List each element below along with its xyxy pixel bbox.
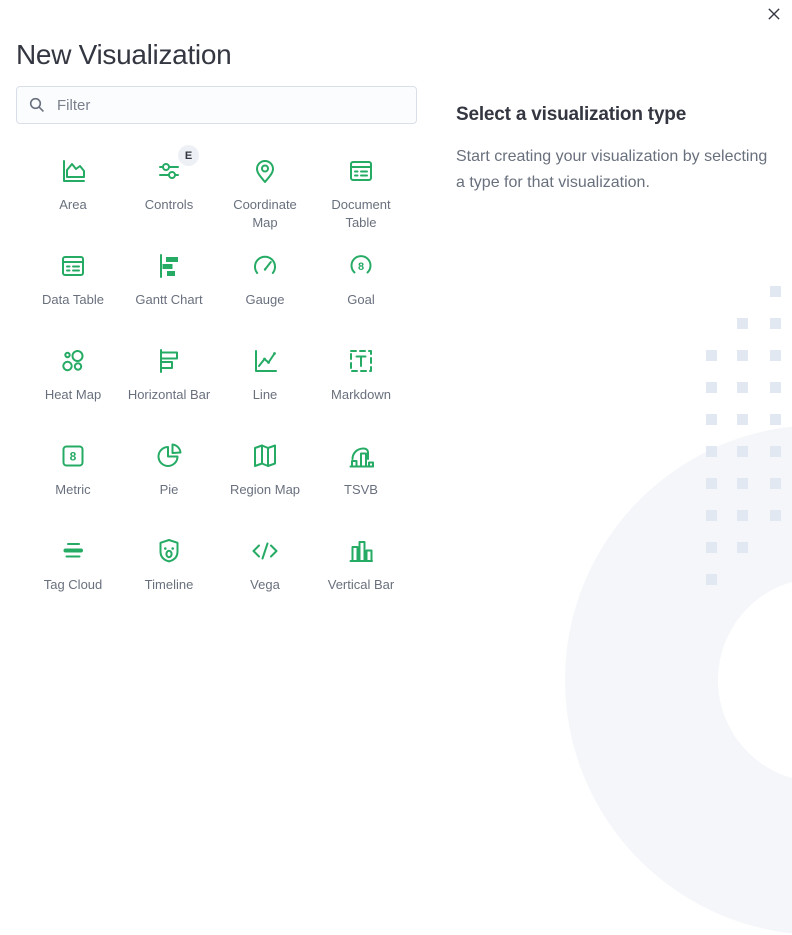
- svg-text:8: 8: [358, 261, 364, 273]
- select-type-heading: Select a visualization type: [456, 103, 687, 125]
- vis-type-data-table[interactable]: Data Table: [25, 247, 121, 342]
- vis-type-label: Vega: [250, 577, 280, 592]
- vis-type-label: Tag Cloud: [43, 577, 103, 592]
- vis-type-label: Data Table: [42, 292, 104, 307]
- decor-square: [706, 382, 717, 393]
- search-icon: [29, 97, 44, 112]
- vega-icon: [249, 535, 281, 567]
- metric-icon: 8: [57, 440, 89, 472]
- vis-type-label: Document Table: [331, 197, 391, 231]
- decor-square: [706, 510, 717, 521]
- vis-type-horizontal-bar[interactable]: Horizontal Bar: [121, 342, 217, 437]
- page-title: New Visualization: [16, 38, 232, 70]
- pie-icon: [153, 440, 185, 472]
- vis-type-tsvb[interactable]: TSVB: [313, 437, 409, 532]
- search-input[interactable]: [55, 95, 404, 115]
- vis-type-line[interactable]: Line: [217, 342, 313, 437]
- vis-type-timeline[interactable]: Timeline: [121, 532, 217, 627]
- decor-square: [706, 478, 717, 489]
- gantt-chart-icon: [153, 250, 185, 282]
- vis-type-heat-map[interactable]: Heat Map: [25, 342, 121, 437]
- vis-type-region-map[interactable]: Region Map: [217, 437, 313, 532]
- vis-type-label: Metric: [55, 482, 91, 497]
- vis-type-grid: Area E Controls Coordinate Map Document …: [25, 145, 409, 627]
- markdown-icon: [345, 345, 377, 377]
- goal-icon: 8: [345, 250, 377, 282]
- vis-type-tag-cloud[interactable]: Tag Cloud: [25, 532, 121, 627]
- decor-square: [737, 542, 748, 553]
- gauge-icon: [249, 250, 281, 282]
- filter-search-box[interactable]: [16, 86, 417, 124]
- decor-square: [737, 318, 748, 329]
- decor-square: [706, 542, 717, 553]
- vis-type-label: Markdown: [331, 387, 391, 402]
- decor-square: [770, 446, 781, 457]
- region-map-icon: [249, 440, 281, 472]
- vis-type-label: Area: [59, 197, 87, 212]
- vis-type-label: Vertical Bar: [327, 577, 395, 592]
- vis-type-vertical-bar[interactable]: Vertical Bar: [313, 532, 409, 627]
- decor-square: [737, 414, 748, 425]
- vis-type-label: Gantt Chart: [135, 292, 203, 307]
- decor-square: [706, 446, 717, 457]
- vis-type-label: Region Map: [229, 482, 301, 497]
- decor-square: [706, 574, 717, 585]
- vis-type-label: Coordinate Map: [233, 197, 297, 231]
- vis-type-gantt-chart[interactable]: Gantt Chart: [121, 247, 217, 342]
- decor-square: [770, 382, 781, 393]
- tsvb-icon: [345, 440, 377, 472]
- decor-square: [737, 446, 748, 457]
- vis-type-controls[interactable]: E Controls: [121, 145, 217, 247]
- vis-type-vega[interactable]: Vega: [217, 532, 313, 627]
- decor-square: [770, 318, 781, 329]
- vis-type-metric[interactable]: 8 Metric: [25, 437, 121, 532]
- decor-square: [770, 414, 781, 425]
- timeline-icon: [153, 535, 185, 567]
- svg-text:8: 8: [70, 450, 77, 464]
- decor-square: [737, 510, 748, 521]
- tag-cloud-icon: [57, 535, 89, 567]
- vis-type-label: Horizontal Bar: [127, 387, 211, 402]
- vis-type-gauge[interactable]: Gauge: [217, 247, 313, 342]
- decor-square: [706, 414, 717, 425]
- vis-type-coordinate-map[interactable]: Coordinate Map: [217, 152, 313, 247]
- close-icon[interactable]: [762, 2, 786, 26]
- vis-type-pie[interactable]: Pie: [121, 437, 217, 532]
- horizontal-bar-icon: [153, 345, 185, 377]
- vis-type-label: Timeline: [144, 577, 194, 592]
- experimental-badge: E: [178, 145, 199, 166]
- coordinate-map-icon: [249, 155, 281, 187]
- vis-type-label: Controls: [144, 197, 194, 212]
- line-icon: [249, 345, 281, 377]
- decor-square: [770, 286, 781, 297]
- select-type-description: Start creating your visualization by sel…: [456, 148, 768, 191]
- vertical-bar-icon: [345, 535, 377, 567]
- decor-square: [737, 350, 748, 361]
- data-table-icon: [57, 250, 89, 282]
- vis-type-document-table[interactable]: Document Table: [313, 152, 409, 247]
- decor-square: [706, 350, 717, 361]
- area-icon: [57, 155, 89, 187]
- heat-map-icon: [57, 345, 89, 377]
- decor-square: [770, 478, 781, 489]
- vis-type-label: Pie: [159, 482, 179, 497]
- vis-type-goal[interactable]: 8 Goal: [313, 247, 409, 342]
- decor-square: [737, 382, 748, 393]
- vis-type-area[interactable]: Area: [25, 152, 121, 247]
- vis-type-label: Heat Map: [44, 387, 102, 402]
- document-table-icon: [345, 155, 377, 187]
- vis-type-markdown[interactable]: Markdown: [313, 342, 409, 437]
- vis-type-label: Line: [252, 387, 278, 402]
- vis-type-label: Goal: [347, 292, 375, 307]
- vis-type-label: Gauge: [245, 292, 285, 307]
- decor-square: [770, 350, 781, 361]
- decor-square: [770, 510, 781, 521]
- vis-type-label: TSVB: [344, 482, 378, 497]
- decor-square: [737, 478, 748, 489]
